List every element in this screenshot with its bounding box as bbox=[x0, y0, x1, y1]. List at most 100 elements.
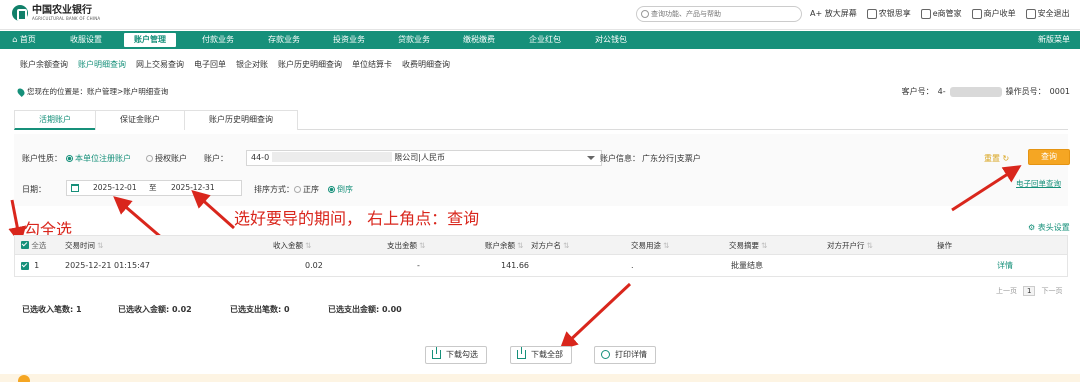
table-row[interactable]: 1 2025-12-21 01:15:47 0.02 - 141.66 . 批量… bbox=[14, 255, 1068, 277]
nav-payment[interactable]: 付款业务 bbox=[184, 33, 252, 47]
tab-history[interactable]: 账户历史明细查询 bbox=[184, 110, 298, 130]
breadcrumb: 您现在的位置是：账户管理>账户明细查询 bbox=[16, 86, 168, 97]
date-from[interactable]: 2025-12-01 bbox=[93, 181, 137, 195]
header-summary[interactable]: 交易摘要 ⇅ bbox=[729, 236, 767, 254]
row-expense: - bbox=[417, 261, 420, 270]
merchant-link[interactable]: 商户收单 bbox=[971, 8, 1016, 19]
header-balance[interactable]: 账户余额 ⇅ bbox=[485, 236, 523, 254]
account-tabs: 活期账户 保证金账户 账户历史明细查询 bbox=[14, 110, 1068, 130]
header-expense[interactable]: 支出金额 ⇅ bbox=[387, 236, 425, 254]
top-links: A+ 放大屏幕 农银思享 e商管家 商户收单 安全退出 bbox=[810, 8, 1070, 19]
next-page-button[interactable]: 下一页 bbox=[1041, 286, 1062, 296]
page-number[interactable]: 1 bbox=[1023, 286, 1036, 296]
subnav-balance[interactable]: 账户余额查询 bbox=[20, 59, 68, 70]
subnav-reconcile[interactable]: 银企对账 bbox=[236, 59, 268, 70]
chevron-down-icon[interactable] bbox=[587, 156, 595, 160]
download-icon bbox=[517, 347, 526, 359]
zoom-screen-link[interactable]: A+ 放大屏幕 bbox=[810, 8, 857, 19]
print-detail-label: 打印详情 bbox=[615, 350, 647, 359]
nav-investment[interactable]: 投资业务 bbox=[316, 33, 382, 47]
column-setting-link[interactable]: ⚙ 表头设置 bbox=[1028, 222, 1070, 233]
calendar-icon bbox=[71, 184, 79, 192]
account-select-mask bbox=[271, 152, 392, 162]
search-icon[interactable] bbox=[641, 10, 649, 18]
header-bank[interactable]: 对方开户行 ⇅ bbox=[827, 236, 873, 254]
tab-deposit-account[interactable]: 保证金账户 bbox=[95, 110, 185, 130]
customer-no: 4- bbox=[937, 87, 946, 96]
download-selected-label: 下载勾选 bbox=[446, 350, 478, 359]
prev-page-button[interactable]: 上一页 bbox=[996, 286, 1017, 296]
nav-account-management[interactable]: 账户管理 bbox=[124, 33, 176, 47]
header-purpose[interactable]: 交易用途 ⇅ bbox=[631, 236, 669, 254]
select-all-label: 全选 bbox=[31, 240, 47, 250]
header-income[interactable]: 收入金额 ⇅ bbox=[273, 236, 311, 254]
date-to[interactable]: 2025-12-31 bbox=[171, 181, 215, 195]
global-search[interactable] bbox=[636, 6, 802, 22]
header-counterparty[interactable]: 对方户名 ⇅ bbox=[531, 236, 569, 254]
download-all-button[interactable]: 下载全部 bbox=[510, 346, 572, 364]
row-checkbox[interactable]: 1 bbox=[21, 255, 39, 276]
selected-income-amount: 已选收入金额: 0.02 bbox=[118, 305, 192, 314]
sort-asc[interactable]: 正序 bbox=[294, 184, 319, 195]
sort-desc[interactable]: 倒序 bbox=[328, 184, 353, 195]
header-counterparty-label: 对方户名 bbox=[531, 240, 561, 250]
date-range-picker[interactable]: 2025-12-01 至 2025-12-31 bbox=[66, 180, 242, 196]
tab-current-account[interactable]: 活期账户 bbox=[14, 110, 96, 130]
row-index: 1 bbox=[34, 261, 40, 270]
logout-link[interactable]: 安全退出 bbox=[1025, 8, 1070, 19]
gear-icon: ⚙ bbox=[1028, 223, 1036, 232]
bank-name: 中国农业银行 bbox=[32, 5, 92, 16]
subnav-detail[interactable]: 账户明细查询 bbox=[78, 59, 126, 70]
download-selected-button[interactable]: 下载勾选 bbox=[425, 346, 487, 364]
header-time[interactable]: 交易时间 ⇅ bbox=[65, 236, 103, 254]
subnav-history[interactable]: 账户历史明细查询 bbox=[278, 59, 342, 70]
subnav-settle-card[interactable]: 单位结算卡 bbox=[352, 59, 392, 70]
sort-icon: ⇅ bbox=[563, 240, 570, 250]
nav-settings[interactable]: 收服设置 bbox=[48, 33, 124, 47]
header-summary-label: 交易摘要 bbox=[729, 240, 759, 250]
selected-expense-amount: 已选支出金额: 0.00 bbox=[328, 305, 402, 314]
subnav-ereceipt[interactable]: 电子回单 bbox=[194, 59, 226, 70]
nav-loan[interactable]: 贷款业务 bbox=[382, 33, 446, 47]
refresh-icon: ↻ bbox=[1002, 154, 1010, 163]
row-detail-link[interactable]: 详情 bbox=[997, 255, 1013, 276]
nav-deposit[interactable]: 存款业务 bbox=[252, 33, 316, 47]
manager-icon bbox=[920, 8, 931, 19]
account-select-prefix: 44-0 bbox=[251, 153, 270, 162]
customer-no-label: 客户号： bbox=[901, 87, 934, 96]
radio-checked-icon bbox=[328, 186, 335, 193]
e-manager-link[interactable]: e商管家 bbox=[920, 8, 962, 19]
new-menu-link[interactable]: 新版菜单 bbox=[1038, 33, 1070, 47]
sort-icon: ⇅ bbox=[761, 240, 768, 250]
account-select[interactable]: 44-0 限公司|人民币 bbox=[246, 150, 602, 166]
transaction-table: 全选 交易时间 ⇅ 收入金额 ⇅ 支出金额 ⇅ 账户余额 ⇅ 对方户名 ⇅ 交易用途 ⇅ 交… bbox=[14, 235, 1068, 277]
subnav-fee[interactable]: 收费明细查询 bbox=[402, 59, 450, 70]
print-detail-button[interactable]: 打印详情 bbox=[594, 346, 656, 364]
acct-type-authorized[interactable]: 授权账户 bbox=[146, 153, 187, 164]
query-button[interactable]: 查询 bbox=[1028, 149, 1070, 165]
arrow-to-date-from bbox=[113, 196, 163, 240]
ereceipt-query-link[interactable]: 电子回单查询 bbox=[1016, 178, 1061, 189]
nav-wallet[interactable]: 对公钱包 bbox=[578, 33, 644, 47]
bank-name-en: AGRICULTURAL BANK OF CHINA bbox=[32, 16, 101, 21]
subnav-online-trade[interactable]: 网上交易查询 bbox=[136, 59, 184, 70]
operator-no: 0001 bbox=[1049, 87, 1070, 96]
acct-type-own[interactable]: 本单位注册账户 bbox=[66, 153, 131, 164]
date-separator: 至 bbox=[149, 183, 157, 192]
nav-tax[interactable]: 缴税缴费 bbox=[446, 33, 512, 47]
search-input[interactable] bbox=[651, 8, 797, 20]
e-manager-label: e商管家 bbox=[932, 9, 962, 18]
sort-icon: ⇅ bbox=[305, 240, 312, 250]
download-all-label: 下载全部 bbox=[531, 350, 563, 359]
select-all-checkbox[interactable]: 全选 bbox=[21, 236, 46, 254]
nav-red-packet[interactable]: 企业红包 bbox=[512, 33, 578, 47]
sub-nav: 账户余额查询 账户明细查询 网上交易查询 电子回单 银企对账 账户历史明细查询 … bbox=[0, 55, 1080, 73]
merchant-icon bbox=[971, 8, 982, 19]
row-income: 0.02 bbox=[305, 261, 323, 270]
row-purpose: . bbox=[631, 261, 634, 270]
bank-logo[interactable]: 中国农业银行 AGRICULTURAL BANK OF CHINA bbox=[12, 5, 100, 21]
reset-button[interactable]: 重置 ↻ bbox=[984, 153, 1009, 164]
abc-thinking-link[interactable]: 农银思享 bbox=[866, 8, 911, 19]
abc-thinking-label: 农银思享 bbox=[878, 9, 911, 18]
nav-home[interactable]: ⌂ 首页 bbox=[0, 33, 48, 47]
